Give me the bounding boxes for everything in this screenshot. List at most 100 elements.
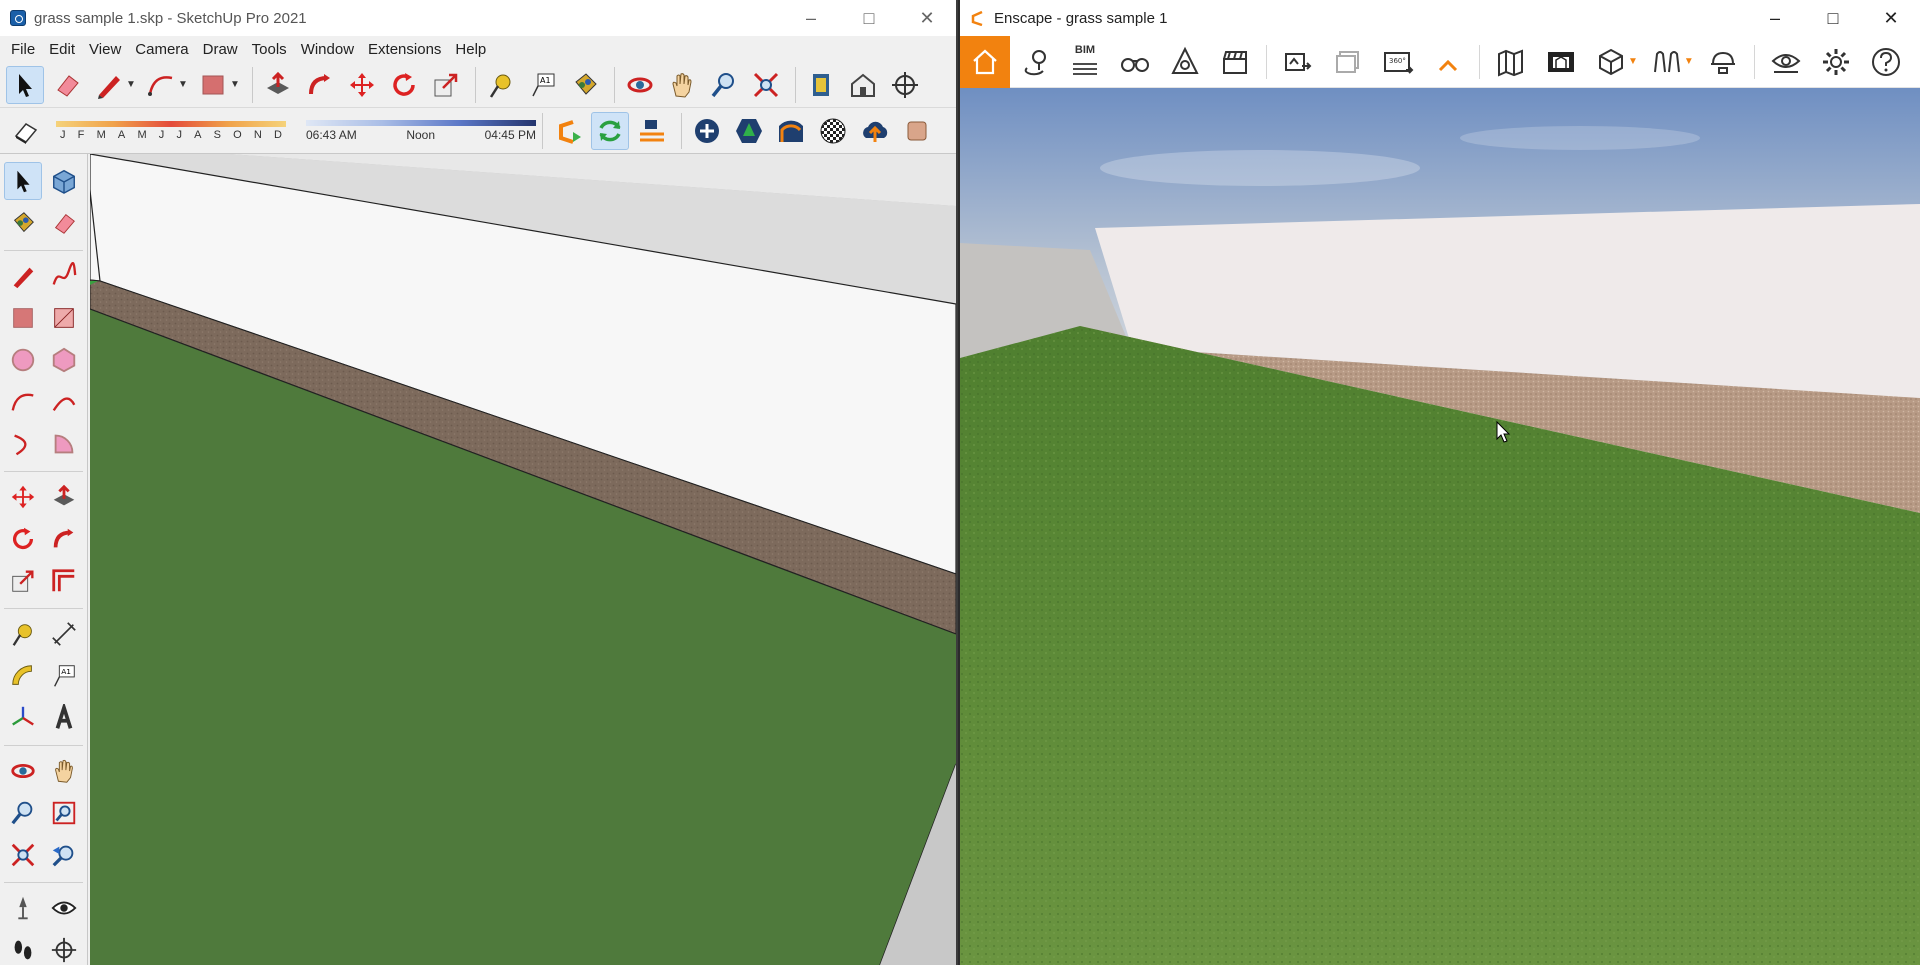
web-standalone-button[interactable] (1536, 36, 1586, 88)
help-button[interactable] (1861, 36, 1911, 88)
orbit-tool-button[interactable] (621, 66, 659, 104)
enscape-asset-library-button[interactable] (730, 112, 768, 150)
menu-edit[interactable]: Edit (42, 41, 82, 58)
palette-2point-arc-button[interactable] (45, 383, 83, 421)
shadow-time-slider[interactable]: 06:43 AM Noon 04:45 PM (306, 119, 536, 142)
menu-window[interactable]: Window (294, 41, 361, 58)
screenshot-button[interactable] (1273, 36, 1323, 88)
expand-toolbar-button[interactable] (1423, 36, 1473, 88)
bim-button[interactable]: BIM (1060, 36, 1110, 88)
palette-previous-view-button[interactable] (45, 836, 83, 874)
palette-3d-text-button[interactable] (45, 699, 83, 737)
menu-view[interactable]: View (82, 41, 128, 58)
push-pull-tool-button[interactable] (259, 66, 297, 104)
menu-tools[interactable]: Tools (245, 41, 294, 58)
video-editor-button[interactable] (1210, 36, 1260, 88)
enscape-live-sync-button[interactable] (591, 111, 629, 150)
enscape-render-viewport[interactable] (960, 88, 1920, 965)
palette-zoom-extents-button[interactable] (4, 836, 42, 874)
palette-component-button[interactable] (45, 162, 83, 200)
enscape-views-button[interactable] (633, 112, 671, 150)
shadow-toggle-button[interactable] (6, 112, 44, 150)
text-tool-button[interactable]: A1 (524, 66, 562, 104)
palette-protractor-button[interactable] (4, 657, 42, 695)
palette-scale-button[interactable] (4, 562, 42, 600)
palette-position-camera-button[interactable] (4, 889, 42, 927)
palette-move-button[interactable] (4, 478, 42, 516)
palette-zoom-window-button[interactable] (45, 794, 83, 832)
extension-warehouse-button[interactable] (844, 66, 882, 104)
pencil-tool-button[interactable] (90, 66, 128, 104)
sketchup-title-bar[interactable]: grass sample 1.skp - SketchUp Pro 2021 –… (0, 0, 956, 36)
vr-headset-button[interactable] (1642, 36, 1692, 88)
close-button[interactable]: ✕ (898, 0, 956, 36)
palette-arc-button[interactable] (4, 383, 42, 421)
palette-circle-button[interactable] (4, 341, 42, 379)
enscape-material-editor-button[interactable] (772, 112, 810, 150)
general-settings-button[interactable] (1811, 36, 1861, 88)
minimize-button[interactable]: – (782, 0, 840, 36)
palette-rectangle-button[interactable] (4, 299, 42, 337)
palette-line-button[interactable] (4, 257, 42, 295)
menu-extensions[interactable]: Extensions (361, 41, 448, 58)
scale-tool-button[interactable] (427, 66, 465, 104)
enscape-upload-button[interactable] (856, 112, 894, 150)
zoom-tool-button[interactable] (705, 66, 743, 104)
enscape-start-button[interactable] (549, 112, 587, 150)
palette-3point-arc-button[interactable] (4, 425, 42, 463)
collaboration-button[interactable] (1698, 36, 1748, 88)
palette-zoom-button[interactable] (4, 794, 42, 832)
circle-tool-button[interactable] (142, 66, 180, 104)
atmosphere-button[interactable] (1160, 36, 1210, 88)
zoom-extents-tool-button[interactable] (747, 66, 785, 104)
rectangle-tool-button[interactable] (194, 66, 232, 104)
enscape-add-button[interactable] (688, 112, 726, 150)
menu-help[interactable]: Help (448, 41, 493, 58)
paint-bucket-tool-button[interactable] (566, 66, 604, 104)
3d-warehouse-button[interactable] (802, 66, 840, 104)
arc-dropdown[interactable]: ▼ (178, 79, 190, 90)
palette-walk-button[interactable] (4, 931, 42, 965)
map-button[interactable] (1486, 36, 1536, 88)
move-tool-button[interactable] (343, 66, 381, 104)
menu-camera[interactable]: Camera (128, 41, 195, 58)
palette-look-around-button[interactable] (45, 889, 83, 927)
palette-pie-button[interactable] (45, 425, 83, 463)
home-button[interactable] (960, 35, 1010, 88)
enscape-title-bar[interactable]: Enscape - grass sample 1 – □ ✕ (960, 0, 1920, 36)
binoculars-button[interactable] (1110, 36, 1160, 88)
menu-file[interactable]: File (4, 41, 42, 58)
follow-me-tool-button[interactable] (301, 66, 339, 104)
palette-push-pull-button[interactable] (45, 478, 83, 516)
minimize-button[interactable]: – (1746, 0, 1804, 36)
pencil-dropdown[interactable]: ▼ (126, 79, 138, 90)
maximize-button[interactable]: □ (1804, 0, 1862, 36)
tape-measure-tool-button[interactable] (482, 66, 520, 104)
palette-text-button[interactable]: A1 (45, 657, 83, 695)
palette-follow-me-button[interactable] (45, 520, 83, 558)
palette-rotate-button[interactable] (4, 520, 42, 558)
close-button[interactable]: ✕ (1862, 0, 1920, 36)
palette-tape-measure-button[interactable] (4, 615, 42, 653)
sketchup-model-viewport[interactable] (90, 154, 956, 965)
palette-dimension-button[interactable] (45, 615, 83, 653)
palette-section-plane-button[interactable] (45, 931, 83, 965)
rotate-tool-button[interactable] (385, 66, 423, 104)
palette-rotated-rectangle-button[interactable] (45, 299, 83, 337)
shadow-date-slider[interactable]: J F M A M J J A S O N D (56, 120, 286, 141)
palette-freehand-button[interactable] (45, 257, 83, 295)
axes-tool-button[interactable] (886, 66, 924, 104)
visual-settings-button[interactable] (1761, 36, 1811, 88)
menu-draw[interactable]: Draw (196, 41, 245, 58)
pan-tool-button[interactable] (663, 66, 701, 104)
palette-paint-button[interactable] (4, 204, 42, 242)
palette-pan-button[interactable] (45, 752, 83, 790)
panorama-button[interactable]: 360° (1373, 36, 1423, 88)
palette-axes-button[interactable] (4, 699, 42, 737)
enscape-checker-button[interactable] (814, 112, 852, 150)
palette-polygon-button[interactable] (45, 341, 83, 379)
view-mode-button[interactable] (1586, 36, 1636, 88)
palette-eraser-button[interactable] (45, 204, 83, 242)
select-tool-button[interactable] (6, 65, 44, 104)
palette-select-button[interactable] (4, 162, 42, 200)
